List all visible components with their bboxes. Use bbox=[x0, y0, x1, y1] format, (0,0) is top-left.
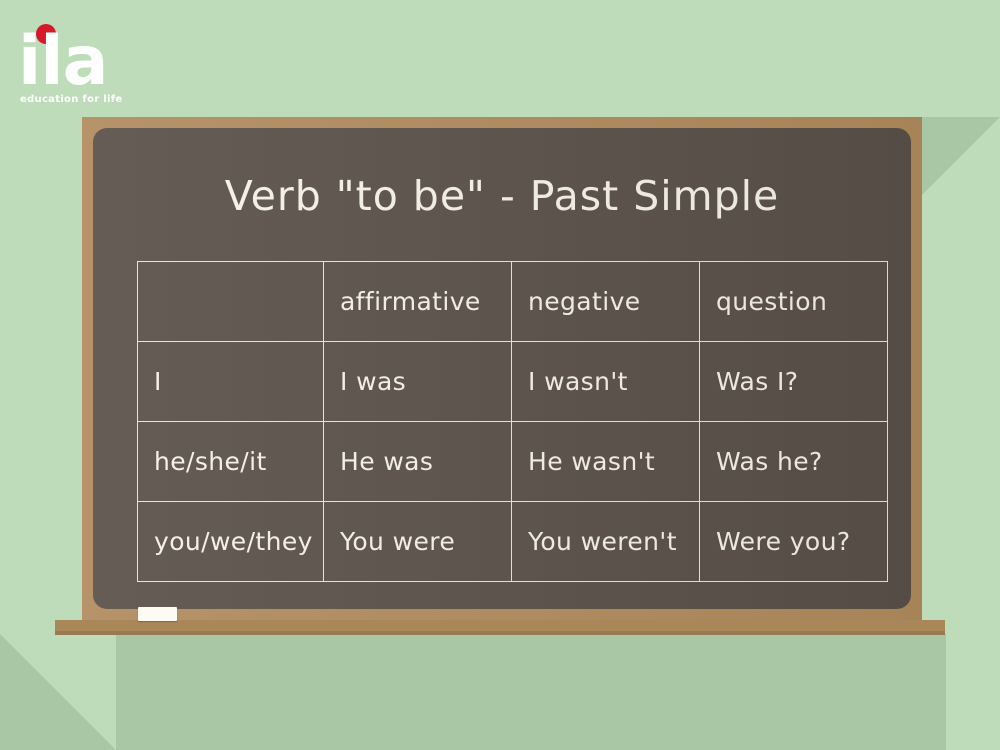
chalkboard-frame: Verb "to be" - Past Simple affirmative n… bbox=[82, 117, 922, 620]
verb-to-be-table: affirmative negative question I I was I … bbox=[137, 261, 888, 582]
table-header-row: affirmative negative question bbox=[137, 261, 888, 342]
row-affirmative: You were bbox=[323, 501, 512, 582]
board-shadow-bottom bbox=[116, 634, 946, 750]
row-negative: He wasn't bbox=[511, 421, 700, 502]
chalk-piece-icon bbox=[138, 607, 177, 621]
row-question: Was he? bbox=[699, 421, 888, 502]
board-shadow-bottom-corner bbox=[0, 634, 116, 750]
row-pronoun: he/she/it bbox=[137, 421, 324, 502]
board-title: Verb "to be" - Past Simple bbox=[224, 172, 780, 220]
logo-wordmark: ila bbox=[18, 22, 109, 101]
chalkboard-ledge-shadow bbox=[55, 631, 945, 635]
row-question: Were you? bbox=[699, 501, 888, 582]
row-negative: You weren't bbox=[511, 501, 700, 582]
row-question: Was I? bbox=[699, 341, 888, 422]
row-affirmative: He was bbox=[323, 421, 512, 502]
row-affirmative: I was bbox=[323, 341, 512, 422]
table-header-question: question bbox=[699, 261, 888, 342]
logo-tagline: education for life bbox=[20, 94, 123, 105]
table-header-negative: negative bbox=[511, 261, 700, 342]
table-row: he/she/it He was He wasn't Was he? bbox=[137, 421, 888, 502]
row-pronoun: I bbox=[137, 341, 324, 422]
ila-logo: ila education for life bbox=[18, 16, 148, 106]
row-negative: I wasn't bbox=[511, 341, 700, 422]
row-pronoun: you/we/they bbox=[137, 501, 324, 582]
table-header-blank bbox=[137, 261, 324, 342]
table-header-affirmative: affirmative bbox=[323, 261, 512, 342]
table-row: I I was I wasn't Was I? bbox=[137, 341, 888, 422]
board-shadow-right bbox=[922, 117, 1000, 195]
chalkboard-surface: Verb "to be" - Past Simple affirmative n… bbox=[93, 128, 911, 609]
table-row: you/we/they You were You weren't Were yo… bbox=[137, 501, 888, 582]
